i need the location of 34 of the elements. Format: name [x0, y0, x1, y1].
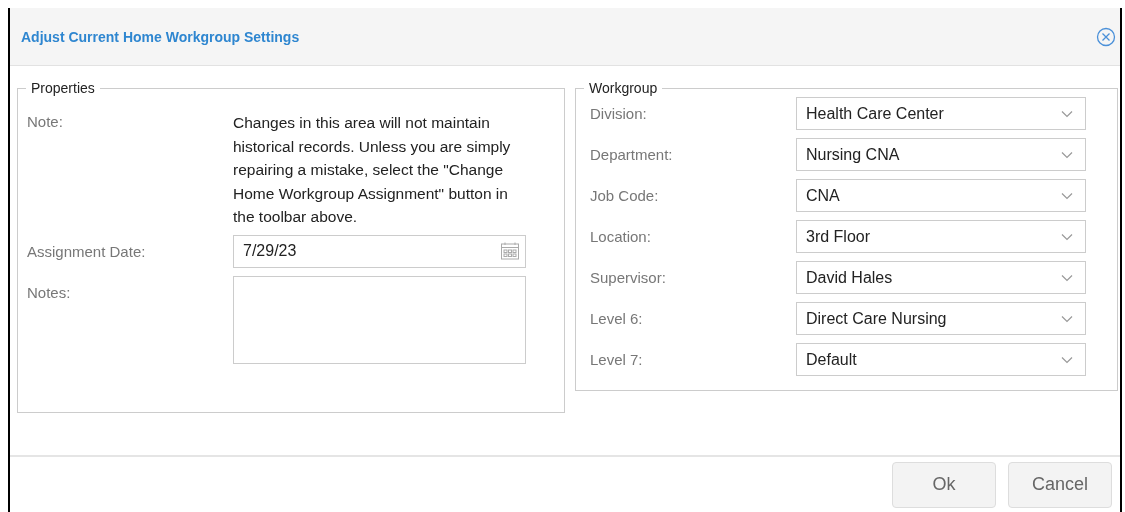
notes-field[interactable]	[233, 275, 526, 364]
dropdown-field[interactable]: David Hales	[796, 261, 1086, 294]
dropdown-field[interactable]: CNA	[796, 179, 1086, 212]
note-text: Changes in this area will not maintain historical records. Unless you are simply repairing a mistake, select the "Change Home Workgroup Assignment" button in the toolbar above.	[233, 113, 512, 227]
field-label: Level 6:	[590, 310, 644, 327]
field-label: Department:	[590, 146, 674, 163]
field-label: Supervisor:	[590, 269, 667, 286]
field-label: Location:	[590, 228, 652, 245]
field-label: Job Code:	[590, 187, 660, 204]
dropdown-field[interactable]: Default	[796, 343, 1086, 376]
chevron-down-icon[interactable]	[1061, 314, 1073, 323]
panel-legend: Properties	[26, 80, 100, 96]
dropdown-field[interactable]: Health Care Center	[796, 97, 1086, 130]
field-label: Notes:	[27, 282, 72, 301]
field-label: Note:	[27, 113, 64, 130]
cancel-button[interactable]: Cancel	[1008, 461, 1112, 508]
chevron-down-icon[interactable]	[1061, 150, 1073, 159]
ok-button[interactable]: Ok	[892, 461, 996, 508]
field-label: Level 7:	[590, 351, 644, 368]
dropdown-field[interactable]: Direct Care Nursing	[796, 302, 1086, 335]
close-icon[interactable]	[1096, 26, 1116, 47]
dialog-title: Adjust Current Home Workgroup Settings	[21, 28, 300, 45]
date-field[interactable]: 7/29/23	[233, 234, 526, 268]
chevron-down-icon[interactable]	[1061, 191, 1073, 200]
chevron-down-icon[interactable]	[1061, 273, 1073, 282]
chevron-down-icon[interactable]	[1061, 355, 1073, 364]
dropdown-field[interactable]: 3rd Floor	[796, 220, 1086, 253]
panel-legend: Workgroup	[584, 80, 663, 96]
field-label: Assignment Date:	[27, 241, 147, 260]
dropdown-field[interactable]: Nursing CNA	[796, 138, 1086, 171]
chevron-down-icon[interactable]	[1061, 109, 1073, 118]
calendar-icon[interactable]	[500, 241, 520, 261]
field-label: Division:	[590, 105, 648, 122]
chevron-down-icon[interactable]	[1061, 232, 1073, 241]
